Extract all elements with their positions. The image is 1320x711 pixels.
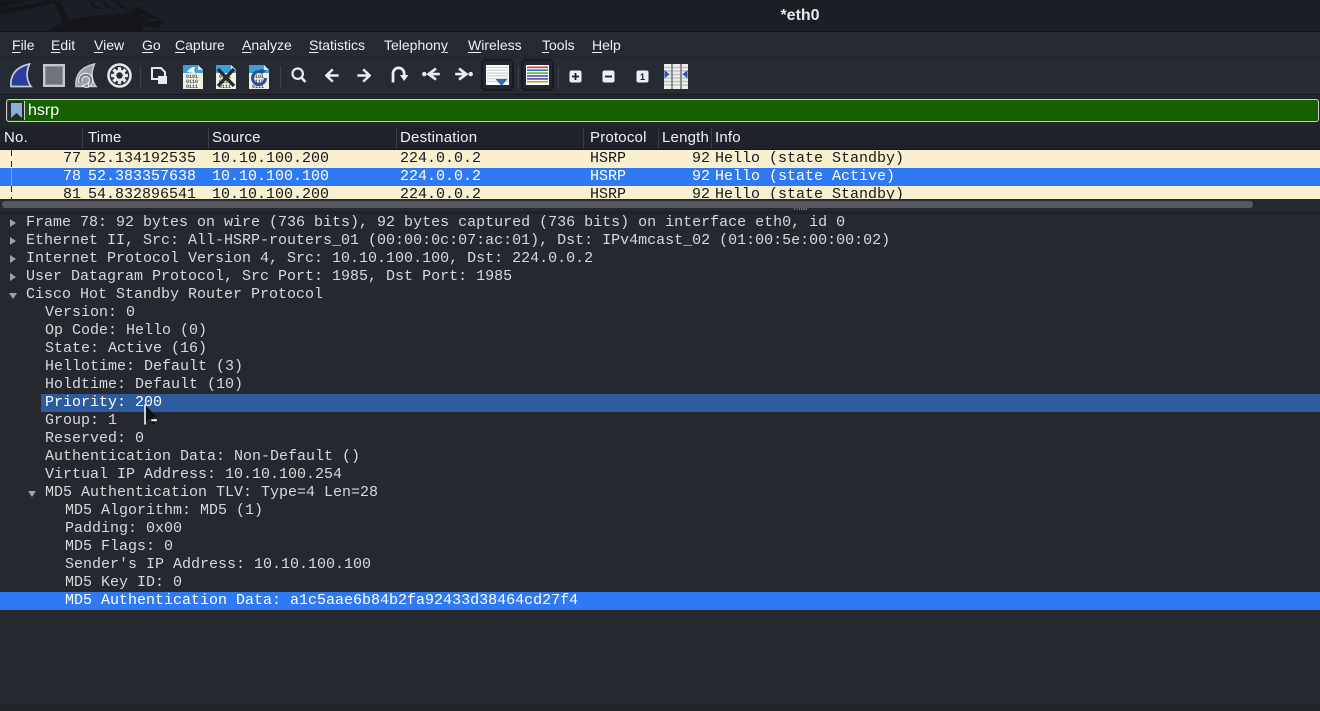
svg-text:0111: 0111: [186, 84, 198, 89]
svg-text:1: 1: [640, 72, 645, 82]
